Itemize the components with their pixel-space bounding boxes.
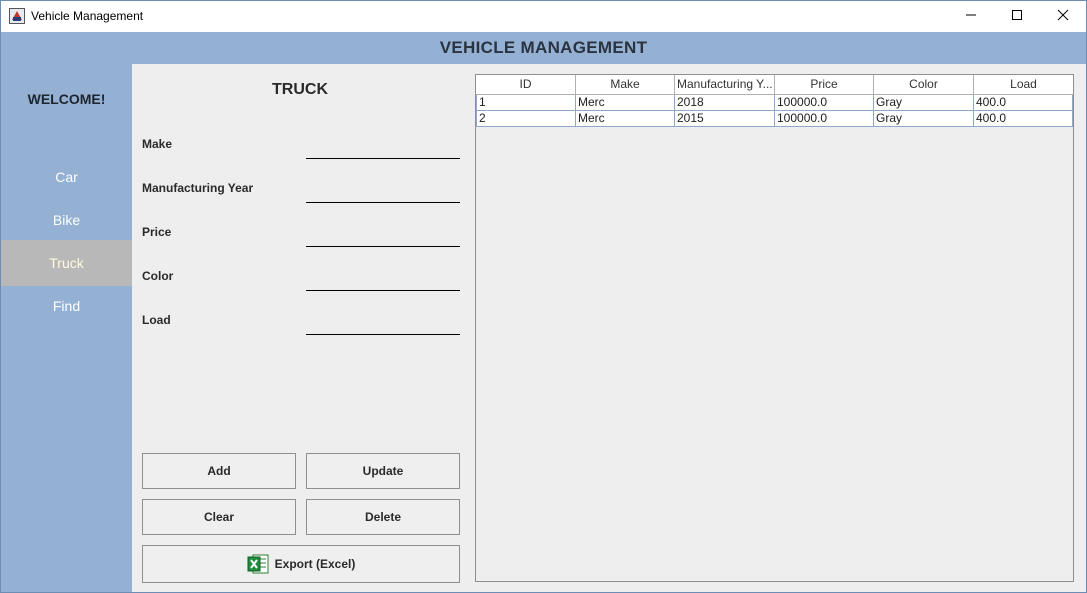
export-button-label: Export (Excel) <box>274 557 356 571</box>
app-window: Vehicle Management VEHICLE MANAGEMENT WE… <box>0 0 1087 593</box>
table-cell[interactable]: 2 <box>476 111 576 127</box>
color-field[interactable] <box>306 273 460 291</box>
table-cell[interactable]: 2018 <box>675 95 775 111</box>
make-label: Make <box>142 137 173 151</box>
load-field[interactable] <box>306 317 460 335</box>
window-title: Vehicle Management <box>31 9 144 23</box>
column-header-make[interactable]: Make <box>576 75 675 95</box>
price-field[interactable] <box>306 229 460 247</box>
minimize-icon <box>965 8 977 26</box>
manufacturing-year-field[interactable] <box>306 185 460 203</box>
table-body: 1 Merc 2018 100000.0 Gray 400.0 2 Merc 2… <box>476 95 1073 127</box>
table-row[interactable]: 2 Merc 2015 100000.0 Gray 400.0 <box>476 111 1073 127</box>
sidebar-item-truck[interactable]: Truck <box>1 240 132 286</box>
export-excel-button[interactable]: Export (Excel) <box>142 545 460 583</box>
add-button-label: Add <box>207 464 231 478</box>
sidebar-item-bike[interactable]: Bike <box>1 197 132 243</box>
form-title: TRUCK <box>272 81 328 98</box>
load-label: Load <box>142 313 171 327</box>
table-cell[interactable]: Gray <box>874 95 974 111</box>
sidebar-item-car[interactable]: Car <box>1 154 132 200</box>
manufacturing-year-label: Manufacturing Year <box>142 181 254 195</box>
column-header-load[interactable]: Load <box>974 75 1073 95</box>
table-cell[interactable]: 400.0 <box>974 111 1073 127</box>
welcome-label: WELCOME! <box>27 91 106 107</box>
column-header-price[interactable]: Price <box>775 75 874 95</box>
vehicle-table[interactable]: ID Make Manufacturing Y... Price Color L… <box>475 74 1074 582</box>
title-bar: Vehicle Management <box>1 1 1086 32</box>
color-label: Color <box>142 269 174 283</box>
sidebar-item-find[interactable]: Find <box>1 283 132 329</box>
add-button[interactable]: Add <box>142 453 296 489</box>
sidebar: WELCOME! Car Bike Truck Find <box>1 64 132 592</box>
table-cell[interactable]: Gray <box>874 111 974 127</box>
price-label: Price <box>142 225 172 239</box>
table-row[interactable]: 1 Merc 2018 100000.0 Gray 400.0 <box>476 95 1073 111</box>
table-cell[interactable]: 400.0 <box>974 95 1073 111</box>
make-field[interactable] <box>306 141 460 159</box>
column-header-color[interactable]: Color <box>874 75 974 95</box>
column-header-id[interactable]: ID <box>476 75 576 95</box>
page-title: VEHICLE MANAGEMENT <box>439 38 648 57</box>
excel-icon <box>247 553 269 575</box>
table-cell[interactable]: Merc <box>576 111 675 127</box>
clear-button-label: Clear <box>203 510 235 524</box>
table-header: ID Make Manufacturing Y... Price Color L… <box>476 75 1073 95</box>
maximize-icon <box>1011 8 1023 26</box>
table-cell[interactable]: 2015 <box>675 111 775 127</box>
delete-button[interactable]: Delete <box>306 499 460 535</box>
table-cell[interactable]: Merc <box>576 95 675 111</box>
table-cell[interactable]: 100000.0 <box>775 95 874 111</box>
close-icon <box>1057 8 1069 26</box>
minimize-button[interactable] <box>948 1 994 32</box>
header-bar: VEHICLE MANAGEMENT <box>1 32 1086 64</box>
table-cell[interactable]: 1 <box>476 95 576 111</box>
column-header-manufacturing-year[interactable]: Manufacturing Y... <box>675 75 775 95</box>
update-button[interactable]: Update <box>306 453 460 489</box>
clear-button[interactable]: Clear <box>142 499 296 535</box>
app-icon <box>9 8 25 24</box>
delete-button-label: Delete <box>364 510 402 524</box>
maximize-button[interactable] <box>994 1 1040 32</box>
main-panel: TRUCK Make Manufacturing Year Price Colo… <box>132 64 1086 592</box>
update-button-label: Update <box>362 464 404 478</box>
table-cell[interactable]: 100000.0 <box>775 111 874 127</box>
close-button[interactable] <box>1040 1 1086 32</box>
